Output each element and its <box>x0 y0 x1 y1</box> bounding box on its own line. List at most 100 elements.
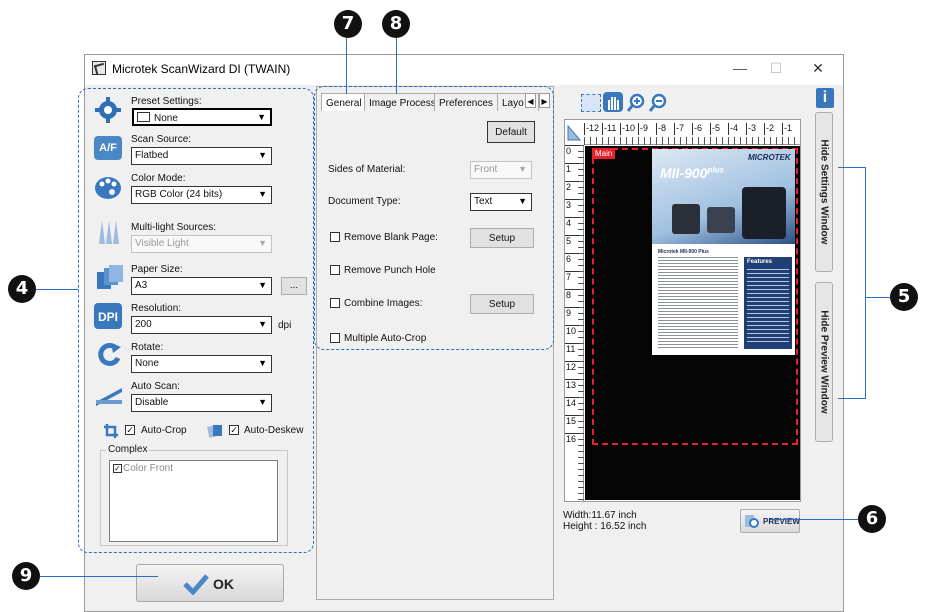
chevron-down-icon: ▼ <box>518 164 527 174</box>
callout-8: 8 <box>382 10 410 38</box>
complex-item-label: Color Front <box>123 463 174 474</box>
ruler-left-labels: 0 1 2 3 4 5 6 7 8 9 10 11 12 13 14 15 16 <box>565 145 579 451</box>
ruler-tick-label: 5 <box>565 235 579 253</box>
autoscan-value: Disable <box>135 397 169 408</box>
ruler-tick-label: 9 <box>565 307 579 325</box>
ok-button[interactable]: OK <box>136 564 284 602</box>
ruler-tick-label: 10 <box>565 325 579 343</box>
paper-select[interactable]: A3 ▼ <box>131 277 272 295</box>
brochure-title-main: MII-900 <box>660 165 708 181</box>
ruler-tick-label: -10 <box>620 123 638 135</box>
combine-setup-button[interactable]: Setup <box>470 294 534 314</box>
select-tool-icon[interactable] <box>581 94 601 112</box>
maximize-button[interactable]: ☐ <box>766 60 786 77</box>
info-icon[interactable]: i <box>816 88 834 108</box>
autodeskew-checkbox[interactable]: ✓ <box>229 425 239 435</box>
hide-preview-label: Hide Preview Window <box>818 310 830 414</box>
rotate-value: None <box>135 358 159 369</box>
tab-general[interactable]: General <box>321 93 367 111</box>
ruler-tick-label: 14 <box>565 397 579 415</box>
preset-select[interactable]: None ▼ <box>132 108 272 126</box>
multilight-select[interactable]: Visible Light ▼ <box>131 235 272 253</box>
color-label: Color Mode: <box>131 173 186 184</box>
auto-scan-icon <box>94 382 124 406</box>
callout-6: 6 <box>858 505 886 533</box>
tab-scroll-left[interactable]: ◀ <box>525 93 536 108</box>
folder-icon <box>137 112 150 122</box>
ruler-tick-label: 11 <box>565 343 579 361</box>
callout-4: 4 <box>8 275 36 303</box>
paper-size-icon <box>96 264 124 290</box>
ruler-corner-icon <box>566 124 582 142</box>
ruler-tick-label: 0 <box>565 145 579 163</box>
hide-settings-label: Hide Settings Window <box>818 139 830 245</box>
tab-image-process[interactable]: Image Process <box>364 93 441 111</box>
main-tag: Main <box>592 148 616 159</box>
brochure-body-text <box>658 257 738 349</box>
ruler-tick-label: 1 <box>565 163 579 181</box>
paper-more-button[interactable]: ... <box>281 277 307 295</box>
scan-source-icon: A/F <box>94 136 122 160</box>
brochure-scanner-3 <box>742 187 786 239</box>
resolution-value: 200 <box>135 319 152 330</box>
rotate-select[interactable]: None ▼ <box>131 355 272 373</box>
ok-label: OK <box>213 576 234 592</box>
chevron-down-icon: ▼ <box>258 358 267 368</box>
doctype-select[interactable]: Text ▼ <box>470 193 532 211</box>
complex-item-checkbox[interactable]: ✓ <box>113 464 122 473</box>
ruler-tick-label: -4 <box>728 123 746 135</box>
hide-preview-button[interactable]: Hide Preview Window <box>815 282 833 442</box>
palette-icon <box>94 175 122 201</box>
ruler-tick-label: 6 <box>565 253 579 271</box>
minimize-button[interactable]: — <box>730 60 750 76</box>
checkmark-icon <box>183 573 209 596</box>
callout-7: 7 <box>334 10 362 38</box>
preview-button[interactable]: PREVIEW <box>740 509 800 533</box>
hide-settings-button[interactable]: Hide Settings Window <box>815 112 833 272</box>
source-label: Scan Source: <box>131 134 192 145</box>
chevron-down-icon: ▼ <box>258 280 267 290</box>
rotate-label: Rotate: <box>131 342 164 353</box>
remove-punch-label: Remove Punch Hole <box>344 265 436 276</box>
ruler-top: -12 -11 -10 -9 -8 -7 -6 -5 -4 -3 -2 -1 <box>584 121 800 145</box>
autocrop-checkbox[interactable]: ✓ <box>125 425 135 435</box>
brochure-image: MICROTEK MII-900plus Microtek MII-900 Pl… <box>652 149 795 355</box>
sides-value: Front <box>474 164 498 175</box>
sides-label: Sides of Material: <box>328 164 406 175</box>
resolution-unit: dpi <box>278 320 292 331</box>
ruler-tick-label: -6 <box>692 123 710 135</box>
zoom-in-icon[interactable] <box>626 93 646 113</box>
brochure-features-text <box>747 269 789 345</box>
sides-select[interactable]: Front ▼ <box>470 161 532 179</box>
brochure-features: Features <box>747 259 773 265</box>
brochure-subhead: Microtek MII-900 Plus <box>658 249 709 255</box>
default-button[interactable]: Default <box>487 121 535 143</box>
dpi-icon: DPI <box>94 303 122 329</box>
combine-checkbox[interactable] <box>330 298 340 308</box>
zoom-out-icon[interactable] <box>648 93 668 113</box>
tab-scroll-right[interactable]: ▶ <box>539 93 550 108</box>
ruler-tick-label: -2 <box>764 123 782 135</box>
app-icon <box>92 61 106 75</box>
remove-blank-checkbox[interactable] <box>330 232 340 242</box>
autoscan-select[interactable]: Disable ▼ <box>131 394 272 412</box>
remove-blank-setup-button[interactable]: Setup <box>470 228 534 248</box>
close-button[interactable]: ✕ <box>808 60 828 77</box>
multi-crop-checkbox[interactable] <box>330 333 340 343</box>
ruler-tick-label: -11 <box>602 123 620 135</box>
autocrop-label: Auto-Crop <box>141 425 187 436</box>
chevron-down-icon: ▼ <box>258 238 267 248</box>
resolution-select[interactable]: 200 ▼ <box>131 316 272 334</box>
autoscan-label: Auto Scan: <box>131 381 180 392</box>
color-select[interactable]: RGB Color (24 bits) ▼ <box>131 186 272 204</box>
preset-label: Preset Settings: <box>131 96 202 107</box>
tab-preferences[interactable]: Preferences <box>434 93 498 111</box>
hand-tool-icon[interactable] <box>603 92 623 112</box>
source-select[interactable]: Flatbed ▼ <box>131 147 272 165</box>
chevron-down-icon: ▼ <box>258 150 267 160</box>
ruler-top-ticks <box>584 137 800 145</box>
ruler-tick-label: -8 <box>656 123 674 135</box>
combine-label: Combine Images: <box>344 298 423 309</box>
brochure-scanner-1 <box>672 204 700 234</box>
remove-punch-checkbox[interactable] <box>330 265 340 275</box>
